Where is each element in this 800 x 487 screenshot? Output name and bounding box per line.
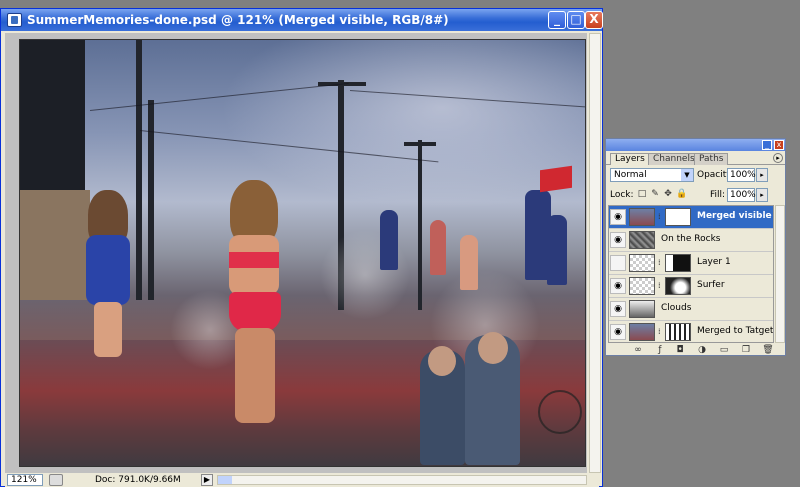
layer-name: Merged visible xyxy=(697,211,772,221)
lock-all-icon[interactable]: 🔒 xyxy=(676,189,687,200)
layers-scrollbar[interactable] xyxy=(775,205,785,343)
stamp xyxy=(538,390,582,434)
layers-list: ◉ ⁞ Merged visible ◉ On the Rocks ◉ ⁞ La… xyxy=(608,205,774,343)
photoshop-icon xyxy=(7,13,22,27)
layer-thumbnail xyxy=(629,323,655,341)
opacity-field[interactable]: 100% xyxy=(727,168,756,182)
canvas-image[interactable] xyxy=(19,39,586,467)
layer-name: Surfer xyxy=(697,280,725,290)
layer-row[interactable]: ◉ On the Rocks xyxy=(609,229,773,252)
utility-pole xyxy=(418,140,422,310)
tab-channels[interactable]: Channels xyxy=(648,153,700,165)
status-bar: 121% Doc: 791.0K/9.66M ▶ xyxy=(5,473,599,487)
zoom-level-field[interactable]: 121% xyxy=(7,474,43,486)
utility-pole xyxy=(136,40,142,300)
layer-name: Layer 1 xyxy=(697,257,731,267)
panel-tabs: Layers Channels Paths ▸ xyxy=(606,151,785,165)
document-window: SummerMemories-done.psd @ 121% (Merged v… xyxy=(0,8,603,487)
layer-mask-thumbnail[interactable] xyxy=(665,277,691,295)
document-title: SummerMemories-done.psd @ 121% (Merged v… xyxy=(27,13,449,27)
layer-thumbnail xyxy=(629,277,655,295)
layer-style-icon[interactable]: ƒ xyxy=(654,344,666,356)
layer-mask-thumbnail[interactable] xyxy=(665,254,691,272)
building xyxy=(20,40,85,200)
vertical-scrollbar[interactable] xyxy=(589,33,601,473)
pole-crossbar xyxy=(404,142,436,146)
new-layer-icon[interactable]: ❐ xyxy=(740,344,752,356)
layer-row[interactable]: ◉ ⁞ Merged to Tatget xyxy=(609,321,774,342)
layer-thumbnail xyxy=(629,300,655,318)
layers-panel-footer: ∞ ƒ ◘ ◑ ▭ ❐ 🗑 xyxy=(608,344,785,356)
fill-slider-arrow[interactable]: ▸ xyxy=(756,188,768,202)
fill-field[interactable]: 100% xyxy=(727,188,756,202)
girl-in-swimsuit xyxy=(215,180,295,430)
layer-row[interactable]: ◉ Clouds xyxy=(609,298,773,321)
eye-icon[interactable]: ◉ xyxy=(610,324,626,340)
layer-name: On the Rocks xyxy=(661,234,721,244)
canvas-area[interactable] xyxy=(5,33,587,473)
layer-thumbnail xyxy=(629,208,655,226)
new-group-icon[interactable]: ▭ xyxy=(718,344,730,356)
layer-row[interactable]: ◉ ⁞ Layer 1 xyxy=(609,252,773,275)
eye-hidden-icon[interactable]: ◉ xyxy=(610,255,626,271)
layers-panel: _ x Layers Channels Paths ▸ Normal ▼ Opa… xyxy=(605,138,786,356)
panel-menu-icon[interactable]: ▸ xyxy=(773,153,783,163)
link-layers-icon[interactable]: ∞ xyxy=(632,344,644,356)
layer-row[interactable]: ◉ ⁞ Merged visible xyxy=(609,206,773,229)
fill-label: Fill: xyxy=(710,190,726,200)
status-icon[interactable] xyxy=(49,474,63,486)
layer-name: Clouds xyxy=(661,303,692,313)
person xyxy=(380,210,398,270)
girl-running xyxy=(80,190,135,360)
lock-label: Lock: xyxy=(610,190,634,200)
layer-thumbnail xyxy=(629,231,655,249)
close-button[interactable]: X xyxy=(585,11,603,29)
maximize-button[interactable]: □ xyxy=(567,11,585,29)
add-mask-icon[interactable]: ◘ xyxy=(674,344,686,356)
panel-titlebar[interactable]: _ x xyxy=(606,139,785,151)
lock-image-icon[interactable]: ✎ xyxy=(650,189,660,200)
blend-opacity-row: Normal ▼ Opacity: 100% ▸ xyxy=(606,165,785,185)
flag xyxy=(540,165,572,193)
tab-paths[interactable]: Paths xyxy=(694,153,729,165)
eye-icon[interactable]: ◉ xyxy=(610,278,626,294)
eye-icon[interactable]: ◉ xyxy=(610,232,626,248)
doc-size-info: Doc: 791.0K/9.66M xyxy=(95,475,181,485)
link-icon: ⁞ xyxy=(658,281,661,290)
document-titlebar[interactable]: SummerMemories-done.psd @ 121% (Merged v… xyxy=(1,9,603,31)
layer-thumbnail xyxy=(629,254,655,272)
person xyxy=(460,235,478,290)
layer-name: Merged to Tatget xyxy=(697,326,774,336)
blend-mode-value: Normal xyxy=(614,170,647,180)
panel-minimize-button[interactable]: _ xyxy=(762,140,772,150)
minimize-button[interactable]: _ xyxy=(548,11,566,29)
chevron-down-icon[interactable]: ▼ xyxy=(681,169,693,181)
opacity-slider-arrow[interactable]: ▸ xyxy=(756,168,768,182)
person xyxy=(547,215,567,285)
panel-close-button[interactable]: x xyxy=(774,140,784,150)
lock-transparency-icon[interactable]: □ xyxy=(637,189,647,200)
link-icon: ⁞ xyxy=(658,212,661,221)
blend-mode-select[interactable]: Normal ▼ xyxy=(610,168,694,182)
eye-icon[interactable]: ◉ xyxy=(610,301,626,317)
adjustment-layer-icon[interactable]: ◑ xyxy=(696,344,708,356)
person xyxy=(430,220,446,275)
layer-mask-thumbnail[interactable] xyxy=(665,323,691,341)
eye-icon[interactable]: ◉ xyxy=(610,209,626,225)
lock-fill-row: Lock: □ ✎ ✥ 🔒 Fill: 100% ▸ xyxy=(606,185,785,205)
boy-head xyxy=(478,332,508,364)
tab-layers[interactable]: Layers xyxy=(610,153,650,165)
trash-icon[interactable]: 🗑 xyxy=(762,344,774,356)
horizontal-scrollbar[interactable] xyxy=(217,475,587,485)
layer-mask-thumbnail[interactable] xyxy=(665,208,691,226)
link-icon: ⁞ xyxy=(658,258,661,267)
link-icon: ⁞ xyxy=(658,327,661,336)
status-menu-arrow[interactable]: ▶ xyxy=(201,474,213,486)
layer-row[interactable]: ◉ ⁞ Surfer xyxy=(609,275,773,298)
lock-position-icon[interactable]: ✥ xyxy=(663,189,673,200)
boy-head xyxy=(428,346,456,376)
